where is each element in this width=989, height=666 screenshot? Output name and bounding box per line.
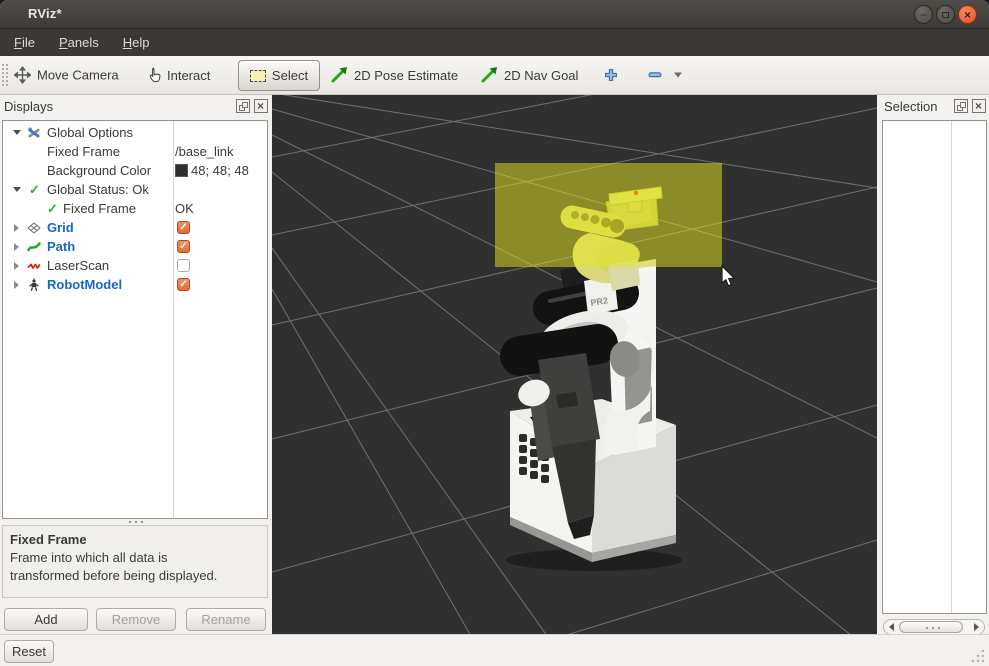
undock-panel-icon[interactable] [236,99,250,113]
menu-panels[interactable]: Panels [47,29,111,56]
tree-row-fixed-frame[interactable]: Fixed Frame /base_link [3,142,267,161]
tree-row-global-options[interactable]: Global Options [3,123,267,142]
tool-interact-label: Interact [167,68,210,83]
status-ok-icon: ✓ [47,201,58,217]
expander-closed-icon[interactable] [14,224,19,232]
maximize-icon [942,12,949,18]
tree-row-grid[interactable]: Grid ✓ [3,218,267,237]
grid-icon [27,221,41,235]
tool-interact[interactable]: Interact [148,67,210,83]
expander-closed-icon[interactable] [14,262,19,270]
expander-open-icon[interactable] [13,187,21,192]
mouse-cursor-icon [722,266,734,286]
laserscan-icon [27,259,41,273]
interact-hand-icon [148,67,161,83]
displays-tree: Global Options Fixed Frame /base_link Ba… [2,120,268,519]
tool-2d-nav-goal-label: 2D Nav Goal [504,68,578,83]
render-viewport-3d[interactable]: PR2 [272,95,877,634]
selection-panel: Selection [880,95,989,634]
plus-icon [604,68,618,82]
tool-2d-pose-estimate-label: 2D Pose Estimate [354,68,458,83]
splitter-grip-icon [127,521,147,523]
status-bar: Reset [0,634,989,666]
tool-select-label: Select [272,68,308,83]
menu-help[interactable]: Help [111,29,162,56]
tools-icon [27,126,41,140]
tool-2d-pose-estimate[interactable]: 2D Pose Estimate [330,66,458,84]
displays-panel: Displays Global Options Fixed Frame /bas… [0,95,270,634]
toolbar-overflow-caret-icon[interactable] [674,73,682,78]
remove-display-button[interactable]: Remove [96,608,176,631]
close-panel-icon[interactable] [254,99,268,113]
move-camera-icon [14,67,31,84]
scroll-right-arrow-icon[interactable] [974,623,979,631]
tool-move-camera[interactable]: Move Camera [14,67,119,84]
property-help-box: Fixed Frame Frame into which all data is… [2,525,268,598]
window-title: RViz* [28,6,62,21]
tree-row-global-status[interactable]: ✓ Global Status: Ok [3,180,267,199]
tree-row-background-color[interactable]: Background Color 48; 48; 48 [3,161,267,180]
minimize-button[interactable]: − [914,5,933,24]
tree-row-laserscan[interactable]: LaserScan [3,256,267,275]
path-icon [27,240,41,254]
color-swatch[interactable] [175,164,188,177]
selection-rubber-band [495,163,722,267]
tree-row-fixed-frame-status[interactable]: ✓ Fixed Frame OK [3,199,267,218]
tool-bar: Move Camera Interact Select 2D Pose Esti… [0,56,989,95]
rename-display-button[interactable]: Rename [186,608,266,631]
expander-open-icon[interactable] [13,130,21,135]
undock-panel-icon[interactable] [954,99,968,113]
select-rect-icon [250,70,266,82]
tree-row-robotmodel[interactable]: RobotModel ✓ [3,275,267,294]
viewport-scene: PR2 [272,95,877,634]
reset-button[interactable]: Reset [4,640,54,663]
displays-panel-title: Displays [4,95,53,119]
background-color-value[interactable]: 48; 48; 48 [191,161,249,180]
selection-list-empty[interactable] [882,120,987,614]
help-title: Fixed Frame [10,531,260,549]
rviz-window: RViz* − × File Panels Help Move Camera I… [0,0,989,666]
menu-bar: File Panels Help [0,29,989,56]
maximize-button[interactable] [936,5,955,24]
laserscan-checkbox-unchecked[interactable] [177,259,190,272]
minus-icon [648,72,662,79]
window-resize-grip[interactable] [970,648,985,663]
help-text-line2: transformed before being displayed. [10,567,260,585]
tool-2d-nav-goal[interactable]: 2D Nav Goal [480,66,578,84]
selection-panel-controls [954,99,986,113]
green-arrow-icon [330,66,348,84]
menu-file[interactable]: File [14,29,47,56]
remove-tool-button[interactable] [648,72,682,79]
expander-closed-icon[interactable] [14,243,19,251]
grid-checkbox-checked[interactable]: ✓ [177,221,190,234]
title-bar[interactable]: RViz* − × [0,0,989,29]
scrollbar-thumb[interactable] [899,621,963,633]
status-ok-icon: ✓ [29,182,40,198]
green-arrow-icon [480,66,498,84]
close-button[interactable]: × [958,5,977,24]
path-checkbox-checked[interactable]: ✓ [177,240,190,253]
close-panel-icon[interactable] [972,99,986,113]
selection-column-divider [951,121,952,613]
robotmodel-checkbox-checked[interactable]: ✓ [177,278,190,291]
help-text-line1: Frame into which all data is [10,549,260,567]
add-display-button[interactable]: Add [4,608,88,631]
tool-select-button-active[interactable]: Select [238,60,320,91]
selection-horizontal-scrollbar[interactable] [883,619,985,635]
fixed-frame-value[interactable]: /base_link [175,142,234,161]
status-value: OK [175,199,194,218]
tool-move-camera-label: Move Camera [37,68,119,83]
add-tool-button[interactable] [604,68,618,82]
scroll-left-arrow-icon[interactable] [889,623,894,631]
expander-closed-icon[interactable] [14,281,19,289]
displays-panel-controls [236,99,268,113]
toolbar-drag-handle[interactable] [2,64,8,86]
robot-icon [27,278,41,292]
tree-row-path[interactable]: Path ✓ [3,237,267,256]
window-controls: − × [914,5,977,24]
selection-panel-title: Selection [884,95,937,119]
